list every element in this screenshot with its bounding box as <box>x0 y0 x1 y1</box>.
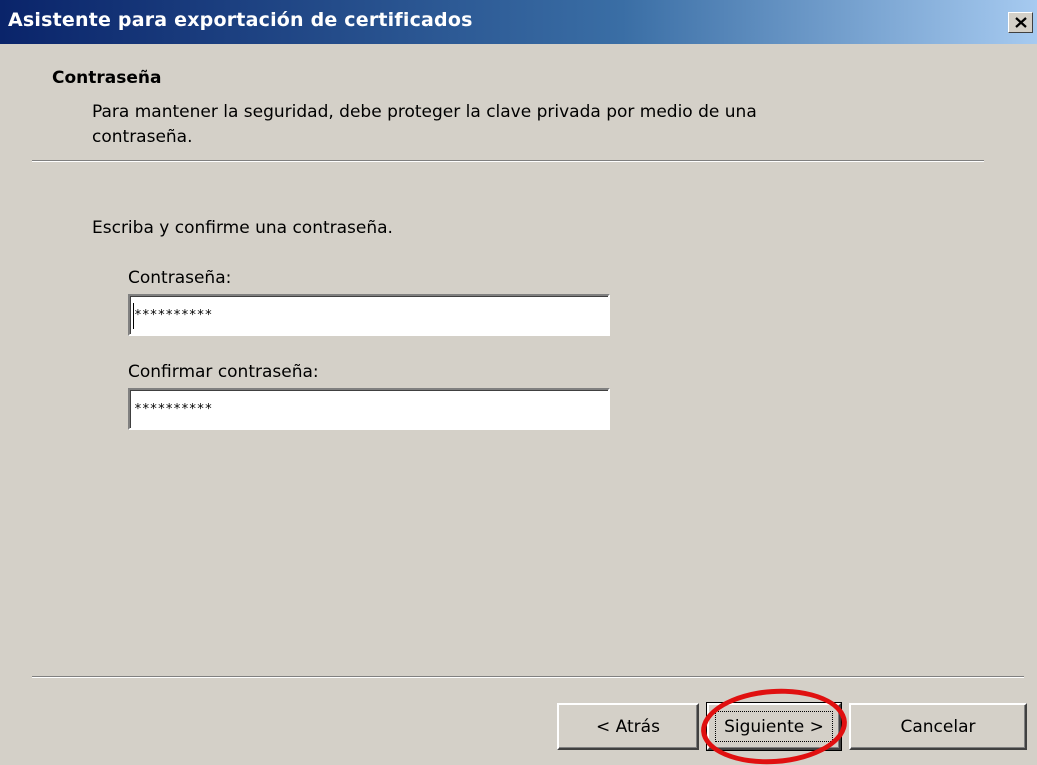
next-button-label: Siguiente > <box>724 716 824 737</box>
back-button-label: < Atrás <box>596 716 660 737</box>
close-icon <box>1014 17 1027 28</box>
back-button[interactable]: < Atrás <box>557 703 699 750</box>
cancel-button-label: Cancelar <box>900 716 976 737</box>
window-title: Asistente para exportación de certificad… <box>8 9 473 31</box>
footer-divider <box>32 676 1024 678</box>
section-description: Para mantener la seguridad, debe protege… <box>92 102 757 147</box>
export-wizard-window: Asistente para exportación de certificad… <box>0 0 1037 765</box>
cancel-button[interactable]: Cancelar <box>849 703 1027 750</box>
password-input[interactable] <box>128 294 610 336</box>
title-bar[interactable]: Asistente para exportación de certificad… <box>0 0 1037 44</box>
confirm-password-input[interactable] <box>128 388 610 430</box>
confirm-password-label: Confirmar contraseña: <box>128 362 319 382</box>
instruction-text: Escriba y confirme una contraseña. <box>92 218 393 238</box>
text-caret <box>133 303 134 329</box>
password-label: Contraseña: <box>128 268 232 288</box>
header-divider <box>32 160 984 162</box>
next-button[interactable]: Siguiente > <box>706 702 842 751</box>
wizard-header: Contraseña Para mantener la seguridad, d… <box>0 44 1037 164</box>
close-button[interactable] <box>1008 12 1033 33</box>
section-title: Contraseña <box>52 68 162 88</box>
